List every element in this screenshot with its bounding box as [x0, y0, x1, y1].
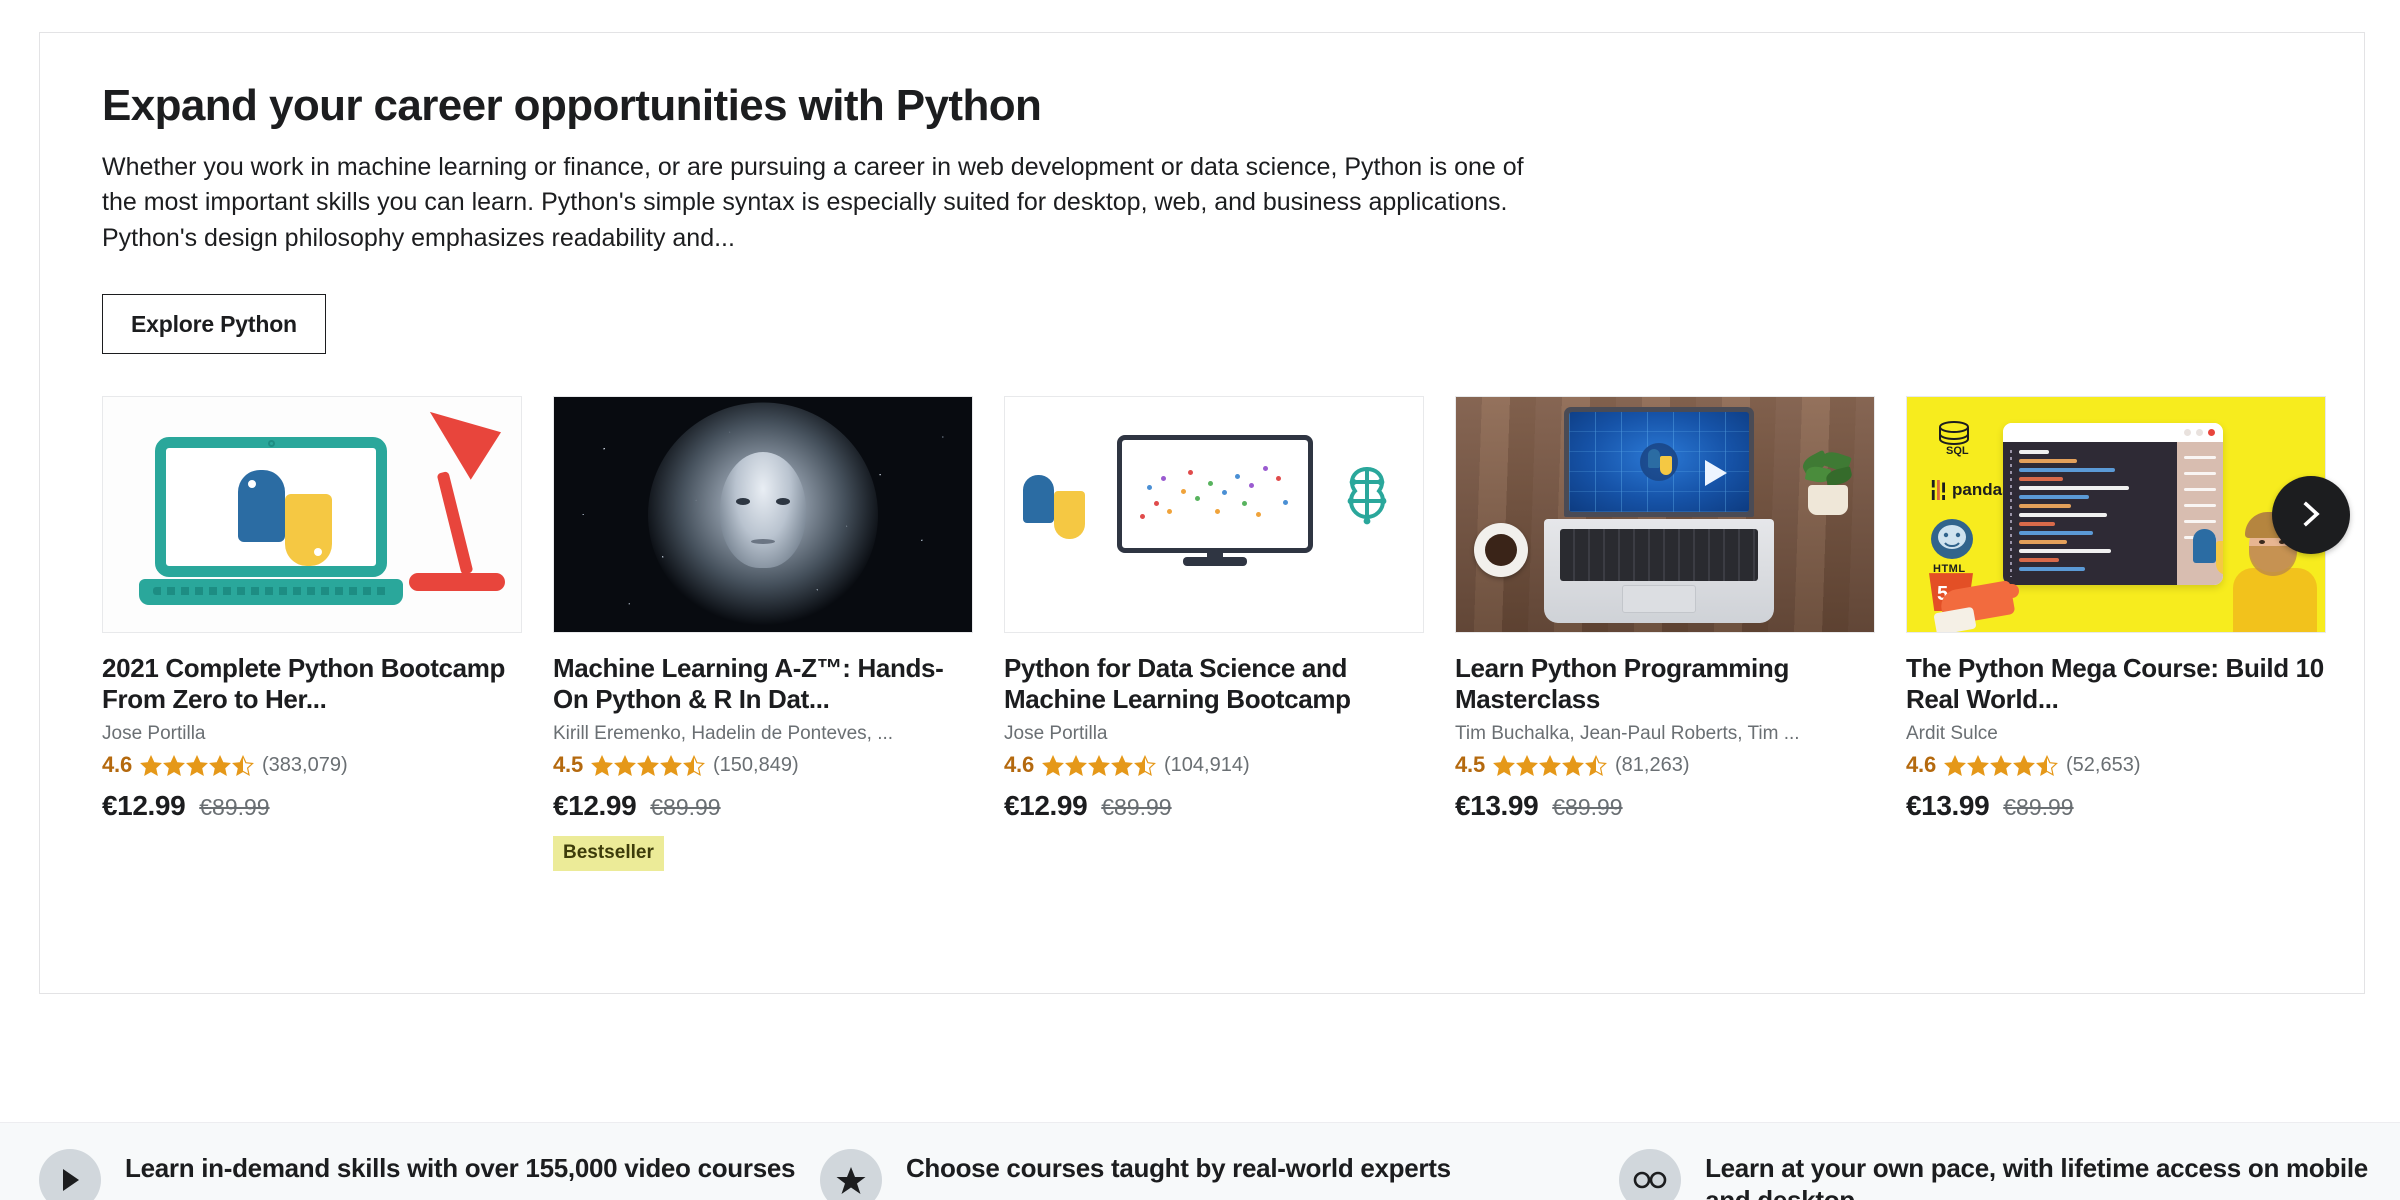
course-rating: 4.5 (81,263) [1455, 752, 1875, 778]
star-rating-icons [1042, 754, 1156, 776]
course-price: €12.99 €89.99 [553, 790, 973, 822]
python-logo-icon [2193, 529, 2223, 576]
feature-item: Learn at your own pace, with lifetime ac… [1619, 1149, 2400, 1200]
rating-value: 4.5 [553, 752, 583, 778]
scatter-plot-graphic [1130, 448, 1300, 540]
star-icon [819, 1149, 882, 1200]
course-rating: 4.6 (383,079) [102, 752, 522, 778]
feature-item: Learn in-demand skills with over 155,000… [39, 1149, 820, 1200]
course-card-list: 2021 Complete Python Bootcamp From Zero … [102, 396, 2326, 872]
course-rating: 4.5 (150,849) [553, 752, 973, 778]
panel-content: Expand your career opportunities with Py… [40, 33, 2364, 916]
feature-text: Choose courses taught by real-world expe… [905, 1153, 1451, 1183]
original-price: €89.99 [1552, 794, 1623, 821]
yellow-code-editor-instructor: SQL pandas 5 HTML [1907, 397, 2325, 633]
course-card[interactable]: SQL pandas 5 HTML The Python Mega Course… [1906, 396, 2326, 871]
feature-item: Choose courses taught by real-world expe… [819, 1149, 1619, 1200]
original-price: €89.99 [2003, 794, 2074, 821]
course-price: €13.99 €89.99 [1906, 790, 2326, 822]
course-title[interactable]: Learn Python Programming Masterclass [1455, 653, 1875, 714]
laptop-wooden-desk-photo [1456, 397, 1874, 633]
code-editor-window [2003, 423, 2223, 586]
pandas-icon: pandas [1931, 479, 2012, 501]
course-card[interactable]: Python for Data Science and Machine Lear… [1004, 396, 1424, 871]
course-card[interactable]: Learn Python Programming Masterclass Tim… [1455, 396, 1875, 871]
page-root: Expand your career opportunities with Py… [0, 0, 2400, 1200]
star-rating-icons [1493, 754, 1607, 776]
course-thumbnail[interactable] [1004, 396, 1424, 634]
course-price: €12.99 €89.99 [1004, 790, 1424, 822]
current-price: €12.99 [102, 790, 186, 822]
course-card[interactable]: 2021 Complete Python Bootcamp From Zero … [102, 396, 522, 871]
original-price: €89.99 [650, 794, 721, 821]
rating-value: 4.6 [1004, 752, 1034, 778]
star-rating-icons [1944, 754, 2058, 776]
play-icon [39, 1149, 101, 1200]
original-price: €89.99 [199, 794, 270, 821]
course-title[interactable]: The Python Mega Course: Build 10 Real Wo… [1906, 653, 2326, 714]
sql-icon: SQL [1933, 419, 1975, 459]
course-title[interactable]: 2021 Complete Python Bootcamp From Zero … [102, 653, 522, 714]
course-price: €13.99 €89.99 [1455, 790, 1875, 822]
carousel-next-button[interactable] [2272, 476, 2350, 555]
chevron-right-icon [2295, 498, 2327, 533]
course-rating: 4.6 (52,653) [1906, 752, 2326, 778]
review-count: (150,849) [712, 753, 799, 776]
python-laptop-lamp-illustration [103, 397, 521, 633]
python-monitor-brain-illustration [1005, 397, 1423, 633]
course-carousel: 2021 Complete Python Bootcamp From Zero … [102, 396, 2350, 916]
course-title[interactable]: Python for Data Science and Machine Lear… [1004, 653, 1424, 714]
course-instructor: Tim Buchalka, Jean-Paul Roberts, Tim ... [1455, 723, 1800, 745]
current-price: €13.99 [1906, 790, 1990, 822]
feature-text: Learn in-demand skills with over 155,000… [125, 1153, 796, 1183]
feature-list: Learn in-demand skills with over 155,000… [0, 1123, 2400, 1200]
course-rating: 4.6 (104,914) [1004, 752, 1424, 778]
unit-description: Whether you work in machine learning or … [102, 152, 1524, 252]
course-card[interactable]: Machine Learning A-Z™: Hands-On Python &… [553, 396, 973, 872]
current-price: €13.99 [1455, 790, 1539, 822]
original-price: €89.99 [1101, 794, 1172, 821]
course-thumbnail[interactable] [1455, 396, 1875, 634]
bestseller-badge: Bestseller [553, 836, 664, 872]
course-thumbnail[interactable] [553, 396, 973, 634]
ai-face-particles-photo [554, 397, 972, 633]
postgresql-icon [1929, 517, 1975, 561]
review-count: (52,653) [2065, 753, 2141, 776]
circuit-brain-icon [1329, 459, 1405, 531]
review-count: (104,914) [1163, 753, 1250, 776]
course-title[interactable]: Machine Learning A-Z™: Hands-On Python &… [553, 653, 973, 714]
course-instructor: Jose Portilla [1004, 723, 1108, 745]
review-count: (81,263) [1614, 753, 1690, 776]
course-instructor: Kirill Eremenko, Hadelin de Ponteves, ..… [553, 723, 894, 745]
rating-value: 4.6 [102, 752, 132, 778]
feature-strip: Learn in-demand skills with over 155,000… [0, 1122, 2400, 1200]
course-thumbnail[interactable] [102, 396, 522, 634]
review-count: (383,079) [261, 753, 348, 776]
current-price: €12.99 [553, 790, 637, 822]
star-rating-icons [591, 754, 705, 776]
page-title: Expand your career opportunities with Py… [102, 81, 1042, 130]
course-instructor: Ardit Sulce [1906, 723, 1998, 745]
feature-text: Learn at your own pace, with lifetime ac… [1705, 1153, 2368, 1200]
explore-python-button[interactable]: Explore Python [102, 294, 326, 355]
python-unit-panel: Expand your career opportunities with Py… [39, 32, 2365, 994]
rating-value: 4.5 [1455, 752, 1485, 778]
course-price: €12.99 €89.99 [102, 790, 522, 822]
star-rating-icons [140, 754, 254, 776]
course-thumbnail[interactable]: SQL pandas 5 HTML [1906, 396, 2326, 634]
rating-value: 4.6 [1906, 752, 1936, 778]
current-price: €12.99 [1004, 790, 1088, 822]
infinity-icon [1619, 1149, 1682, 1200]
course-instructor: Jose Portilla [102, 723, 206, 745]
